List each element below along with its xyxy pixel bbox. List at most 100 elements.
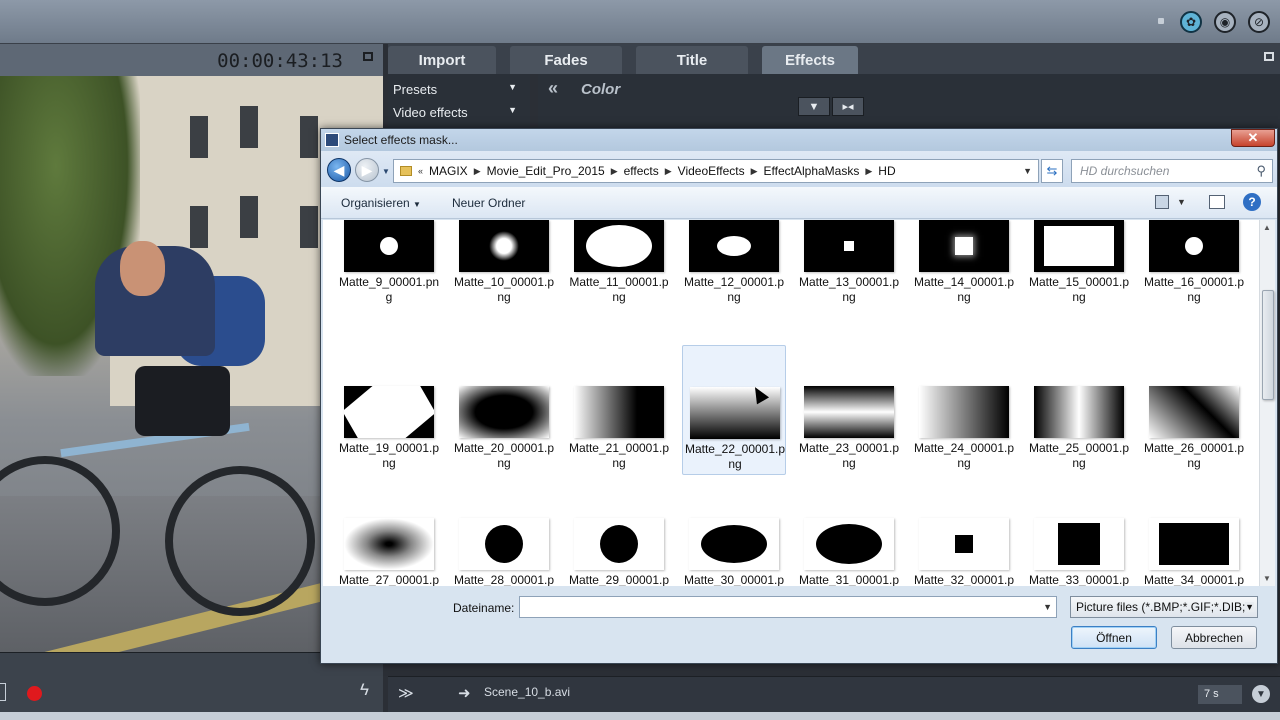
file-item[interactable]: Matte_33_00001.png (1027, 477, 1131, 586)
file-item[interactable]: Matte_10_00001.png (452, 220, 556, 343)
film-reel-icon[interactable]: ✿ (1180, 11, 1202, 33)
file-item[interactable]: Matte_21_00001.png (567, 345, 671, 475)
file-item[interactable]: Matte_26_00001.png (1142, 345, 1246, 475)
path-separator-icon[interactable]: ▶ (751, 166, 758, 177)
organize-button[interactable]: Organisieren ▼ (341, 196, 421, 210)
tab-title[interactable]: Title (636, 46, 748, 74)
small-indicator (1158, 18, 1164, 24)
path-separator-icon[interactable]: ▶ (474, 166, 481, 177)
disc-icon[interactable]: ◉ (1214, 11, 1236, 33)
file-item[interactable]: Matte_19_00001.png (337, 345, 441, 475)
file-item[interactable]: Matte_15_00001.png (1027, 220, 1131, 343)
file-thumbnail (574, 386, 664, 438)
maximize-preview-icon[interactable] (363, 52, 373, 61)
change-view-icon[interactable] (1155, 195, 1169, 209)
back-chevron-icon[interactable]: « (548, 78, 558, 99)
lightning-icon[interactable]: ϟ (360, 680, 369, 700)
video-effects-item[interactable]: Video effects ▼ (393, 105, 523, 120)
path-segment[interactable]: HD (872, 164, 901, 178)
file-name: Matte_10_00001.png (453, 275, 555, 304)
file-thumbnail (804, 386, 894, 438)
search-input[interactable]: HD durchsuchen ⚲ (1071, 159, 1273, 183)
file-item[interactable]: Matte_11_00001.png (567, 220, 671, 343)
file-item[interactable]: Matte_14_00001.png (912, 220, 1016, 343)
search-placeholder: HD durchsuchen (1080, 164, 1170, 178)
file-item[interactable]: Matte_13_00001.png (797, 220, 901, 343)
file-type-filter[interactable]: Picture files (*.BMP;*.GIF;*.DIB;* ▼ (1070, 596, 1258, 618)
dialog-footer: Dateiname: ▼ Picture files (*.BMP;*.GIF;… (321, 586, 1277, 663)
breadcrumb-label: Color (581, 81, 621, 98)
file-item[interactable]: Matte_20_00001.png (452, 345, 556, 475)
file-item[interactable]: Matte_23_00001.png (797, 345, 901, 475)
file-thumbnail (574, 220, 664, 272)
tab-import[interactable]: Import (388, 46, 496, 74)
dropdown-circle-icon[interactable]: ▼ (1252, 685, 1270, 703)
path-separator-icon[interactable]: ▶ (865, 166, 872, 177)
path-segment[interactable]: Movie_Edit_Pro_2015 (481, 164, 611, 178)
path-separator-icon[interactable]: ▶ (665, 166, 672, 177)
address-dropdown-icon[interactable]: ▼ (1023, 166, 1032, 176)
record-icon[interactable] (27, 686, 42, 701)
file-item[interactable]: Matte_24_00001.png (912, 345, 1016, 475)
filter-dropdown-icon[interactable]: ▼ (1245, 602, 1254, 612)
stop-icon[interactable] (0, 683, 6, 701)
file-item[interactable]: Matte_16_00001.png (1142, 220, 1246, 343)
path-segment[interactable]: EffectAlphaMasks (758, 164, 866, 178)
view-dropdown-icon[interactable]: ▼ (1177, 197, 1186, 207)
file-thumbnail (459, 220, 549, 272)
file-item[interactable]: Matte_30_00001.png (682, 477, 786, 586)
search-icon[interactable]: ⚲ (1256, 163, 1266, 179)
file-item[interactable]: Matte_28_00001.png (452, 477, 556, 586)
file-name: Matte_22_00001.png (684, 442, 786, 471)
open-button[interactable]: Öffnen (1071, 626, 1157, 649)
recent-locations-dropdown-icon[interactable]: ▼ (382, 167, 390, 176)
address-bar[interactable]: « MAGIX ▶ Movie_Edit_Pro_2015 ▶ effects … (393, 159, 1039, 183)
export-icon[interactable]: ⊘ (1248, 11, 1270, 33)
vertical-scrollbar[interactable]: ▲ ▼ (1259, 220, 1275, 586)
media-pool-tabs: Import Fades Title Effects (388, 44, 1280, 74)
file-thumbnail (1034, 518, 1124, 570)
video-effects-label: Video effects (393, 105, 468, 120)
expand-button[interactable]: ▸◂ (832, 97, 864, 116)
app-icon (325, 133, 339, 147)
close-button[interactable]: ✕ (1231, 129, 1275, 147)
help-icon[interactable]: ? (1243, 193, 1261, 211)
dropdown-arrow-icon: ▼ (508, 105, 517, 115)
tab-effects[interactable]: Effects (762, 46, 858, 74)
filename-field[interactable]: ▼ (519, 596, 1057, 618)
tab-fades[interactable]: Fades (510, 46, 622, 74)
forward-button[interactable]: ▶ (355, 158, 379, 182)
organize-label: Organisieren (341, 196, 410, 210)
file-name: Matte_24_00001.png (913, 441, 1015, 470)
file-item[interactable]: Matte_34_00001.png (1142, 477, 1246, 586)
cancel-button[interactable]: Abbrechen (1171, 626, 1257, 649)
preview-pane-icon[interactable] (1209, 195, 1225, 209)
path-segment[interactable]: VideoEffects (672, 164, 751, 178)
filename-dropdown-icon[interactable]: ▼ (1043, 602, 1052, 612)
file-item[interactable]: Matte_32_00001.png (912, 477, 1016, 586)
collapse-chevron-icon[interactable]: ≫ (398, 684, 414, 702)
scroll-up-icon[interactable]: ▲ (1263, 223, 1271, 232)
presets-item[interactable]: Presets ▼ (393, 82, 523, 97)
file-item[interactable]: Matte_12_00001.png (682, 220, 786, 343)
path-segment[interactable]: MAGIX (423, 164, 474, 178)
duration-field[interactable]: 7 s (1198, 685, 1242, 704)
file-item[interactable]: Matte_29_00001.png (567, 477, 671, 586)
file-item[interactable]: Matte_27_00001.png (337, 477, 441, 586)
scrollbar-thumb[interactable] (1262, 290, 1274, 400)
path-segment[interactable]: effects (618, 164, 665, 178)
file-list[interactable]: Matte_9_00001.png Matte_10_00001.png Matte… (323, 220, 1259, 586)
scroll-down-icon[interactable]: ▼ (1263, 574, 1271, 583)
back-button[interactable]: ◀ (327, 158, 351, 182)
file-item[interactable]: Matte_31_00001.png (797, 477, 901, 586)
dialog-title-bar: Select effects mask... ✕ (321, 129, 1277, 151)
new-folder-button[interactable]: Neuer Ordner (452, 196, 525, 210)
file-item[interactable]: Matte_25_00001.png (1027, 345, 1131, 475)
path-separator-icon[interactable]: ▶ (611, 166, 618, 177)
file-item[interactable]: Matte_9_00001.png (337, 220, 441, 343)
file-item[interactable]: Matte_22_00001.png (682, 345, 786, 475)
maximize-panel-icon[interactable] (1264, 52, 1274, 61)
refresh-icon[interactable]: ⇆ (1041, 159, 1063, 183)
file-thumbnail (1149, 518, 1239, 570)
dropdown-button[interactable]: ▼ (798, 97, 830, 116)
